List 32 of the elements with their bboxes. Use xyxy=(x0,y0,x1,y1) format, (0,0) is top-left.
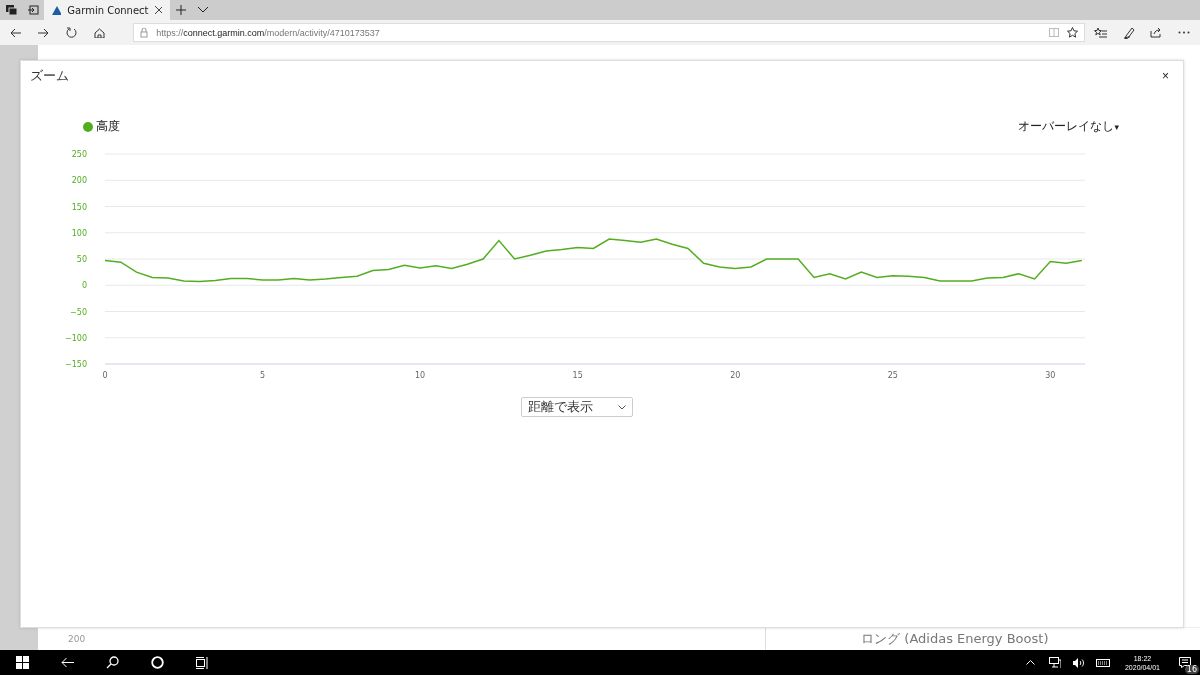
x-tick-label: 5 xyxy=(260,371,266,380)
triangle-logo-icon xyxy=(52,5,62,15)
y-tick-label: 0 xyxy=(81,281,87,291)
legend-label: 高度 xyxy=(96,118,120,135)
x-tick-label: 25 xyxy=(887,371,898,380)
y-tick-label: −150 xyxy=(65,360,87,369)
axis-label: 200 xyxy=(68,634,86,644)
close-icon[interactable] xyxy=(154,6,162,14)
y-tick-label: −50 xyxy=(70,307,87,317)
address-bar[interactable]: https://connect.garmin.com/modern/activity/4710173537 xyxy=(133,23,1085,42)
notification-count: 16 xyxy=(1184,665,1199,674)
y-tick-label: 200 xyxy=(71,176,87,186)
y-tick-label: 150 xyxy=(71,202,87,212)
lock-icon xyxy=(140,27,149,38)
x-axis-select[interactable]: 距離で表示 xyxy=(521,397,633,417)
dialog-title: ズーム xyxy=(30,67,69,85)
y-tick-label: −100 xyxy=(65,333,87,343)
x-tick-label: 15 xyxy=(572,371,583,380)
browser-tab[interactable]: Garmin Connect xyxy=(44,0,170,20)
y-tick-label: 100 xyxy=(71,228,87,238)
overlay-dropdown[interactable]: オーバーレイなし▾ xyxy=(1018,118,1119,135)
notification-button[interactable]: 16 xyxy=(1170,650,1200,675)
gear-name: ロング (Adidas Energy Boost) xyxy=(861,630,1049,648)
x-tick-label: 20 xyxy=(730,371,741,380)
chevron-down-icon xyxy=(618,404,626,410)
x-tick-label: 30 xyxy=(1045,371,1056,380)
x-tick-label: 10 xyxy=(415,371,426,380)
y-tick-label: 250 xyxy=(71,150,87,159)
star-icon[interactable] xyxy=(1066,27,1078,38)
close-button[interactable]: × xyxy=(1158,69,1173,83)
y-tick-label: 50 xyxy=(76,255,87,264)
x-tick-label: 0 xyxy=(102,371,108,380)
